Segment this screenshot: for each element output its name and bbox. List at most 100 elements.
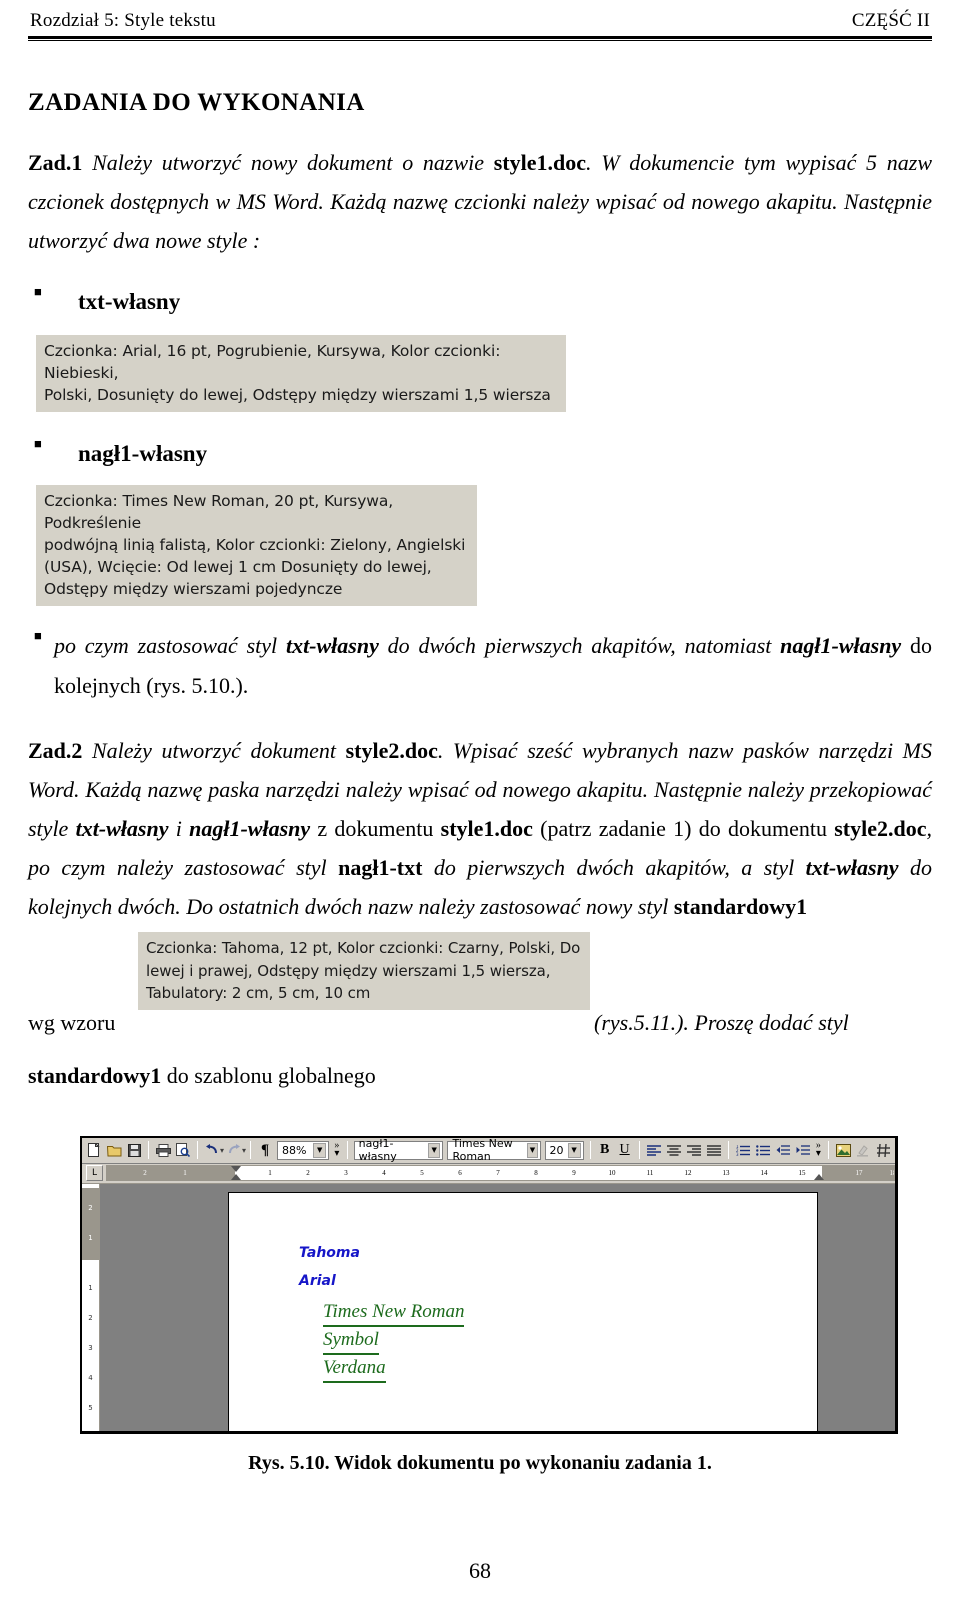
- ruler-tick-left-2: 2: [143, 1169, 147, 1178]
- task-2-text-3: i: [168, 815, 190, 841]
- toolbar-separator: [638, 1141, 640, 1160]
- undo-dropdown-icon[interactable]: ▾: [220, 1146, 224, 1155]
- align-left-icon[interactable]: [645, 1140, 663, 1161]
- font-combo[interactable]: Times New Roman ▼: [447, 1138, 541, 1163]
- right-indent-marker[interactable]: [814, 1174, 824, 1181]
- print-icon[interactable]: [154, 1140, 172, 1161]
- task-2-style-txt2: txt-własny: [805, 855, 899, 881]
- apply-text-1: po czym zastosować styl: [54, 633, 286, 659]
- vruler-tick-top-1: 1: [88, 1233, 93, 1242]
- doc-line-times: Times New Roman: [323, 1301, 465, 1327]
- zoom-combo[interactable]: 88% ▼: [277, 1140, 330, 1160]
- tab-stop-selector[interactable]: L: [86, 1165, 103, 1182]
- font-size-combo[interactable]: 20 ▼: [544, 1140, 584, 1160]
- ruler-tick-12: 12: [684, 1169, 692, 1178]
- toolbar-separator: [828, 1141, 830, 1160]
- document-canvas: Tahoma Arial Times New Roman Symbol Verd…: [100, 1183, 895, 1431]
- task-2-doc-style1: style1.doc: [440, 815, 533, 841]
- ruler-tick-5: 5: [420, 1169, 424, 1178]
- pattern-tail-paragraph: standardowy1 do szablonu globalnego: [28, 1056, 932, 1095]
- bulleted-list-icon[interactable]: [754, 1140, 772, 1161]
- underline-button[interactable]: U: [616, 1140, 634, 1161]
- ruler-tick-17: 17: [855, 1169, 863, 1178]
- toolbar-overflow-button-2[interactable]: » ▾: [813, 1141, 824, 1159]
- style-1-name: txt-własny: [78, 289, 181, 315]
- undo-icon[interactable]: [203, 1140, 221, 1161]
- task-2-label: Zad.2: [28, 737, 83, 763]
- doc-line-arial: Arial: [299, 1272, 336, 1289]
- toolbar-overflow-button[interactable]: » ▾: [331, 1141, 342, 1159]
- document-page-white[interactable]: Tahoma Arial Times New Roman Symbol Verd…: [228, 1191, 818, 1431]
- figure-caption: Rys. 5.10. Widok dokumentu po wykonaniu …: [248, 1451, 712, 1474]
- running-header: Rozdział 5: Style tekstu CZĘŚĆ II: [28, 0, 932, 34]
- doc-line-verdana: Verdana: [323, 1357, 386, 1383]
- print-preview-icon[interactable]: [174, 1140, 192, 1161]
- ruler-tick-7: 7: [496, 1169, 500, 1178]
- bullet-square-icon: ■: [34, 284, 42, 300]
- decrease-indent-icon[interactable]: [774, 1140, 792, 1161]
- horizontal-ruler[interactable]: 2 1 1 2 3 4 5 6 7 8 9 10 11 12 13 14 15 …: [106, 1165, 895, 1182]
- first-line-indent-marker[interactable]: [231, 1166, 241, 1173]
- pattern-tail-style-name: standardowy1: [28, 1063, 162, 1089]
- task-1-text-a: Należy utworzyć nowy dokument o nazwie: [82, 150, 494, 175]
- align-center-icon[interactable]: [665, 1140, 683, 1161]
- numbered-list-icon[interactable]: 123: [734, 1140, 752, 1161]
- show-formatting-marks-icon[interactable]: ¶: [256, 1140, 274, 1161]
- hanging-indent-marker[interactable]: [231, 1174, 241, 1181]
- bold-button[interactable]: B: [596, 1140, 614, 1161]
- task-2-paragraph: Zad.2 Należy utworzyć dokument style2.do…: [28, 731, 932, 927]
- save-document-icon[interactable]: [125, 1140, 143, 1161]
- toolbar-separator: [727, 1141, 729, 1160]
- task-2-text-5: (patrz zadanie 1) do dokumentu: [532, 815, 835, 841]
- ruler-tick-10: 10: [608, 1169, 616, 1178]
- ruler-left-margin: [107, 1166, 235, 1181]
- ruler-tick-18: 18: [889, 1169, 895, 1178]
- task-1-paragraph: Zad.1 Należy utworzyć nowy dokument o na…: [28, 143, 932, 260]
- word-toolbar[interactable]: ▾ ▾ ¶ 88% ▼ » ▾ nagł1-własny ▼ Times New …: [82, 1137, 895, 1164]
- style-combo[interactable]: nagł1-własny ▼: [353, 1138, 444, 1163]
- svg-text:3: 3: [736, 1152, 739, 1156]
- pattern-after-text: (rys.5.11.). Proszę dodać styl: [594, 1010, 849, 1036]
- redo-icon[interactable]: [225, 1140, 243, 1161]
- ruler-tick-13: 13: [722, 1169, 730, 1178]
- chevron-down-icon[interactable]: ▼: [527, 1142, 538, 1158]
- style-3-description-wrapper: Czcionka: Tahoma, 12 pt, Kolor czcionki:…: [138, 932, 590, 1010]
- ruler-tick-1: 1: [268, 1169, 272, 1178]
- toolbar-separator: [346, 1141, 348, 1160]
- pattern-tail-rest: do szablonu globalnego: [161, 1063, 376, 1089]
- insert-table-icon[interactable]: [874, 1140, 892, 1161]
- open-document-icon[interactable]: [105, 1140, 123, 1161]
- ruler-tick-11: 11: [646, 1169, 654, 1178]
- chevron-down-icon[interactable]: ▼: [427, 1142, 441, 1158]
- ruler-tick-4: 4: [382, 1169, 386, 1178]
- vruler-tick-5: 5: [88, 1403, 93, 1412]
- task-2-style-nagltxt: nagł1-txt: [338, 855, 423, 881]
- task-2-doc-style2: style2.doc: [345, 737, 438, 763]
- vertical-ruler[interactable]: 2 1 1 2 3 4 5: [82, 1183, 100, 1431]
- vruler-tick-4: 4: [88, 1373, 93, 1382]
- header-rule-thin: [28, 40, 932, 41]
- ruler-tick-15: 15: [798, 1169, 806, 1178]
- increase-indent-icon[interactable]: [794, 1140, 812, 1161]
- align-right-icon[interactable]: [685, 1140, 703, 1161]
- chevron-down-icon[interactable]: ▼: [567, 1142, 581, 1158]
- highlight-icon[interactable]: [854, 1140, 872, 1161]
- style-bullet-3: ■ po czym zastosować styl txt-własny do …: [28, 626, 932, 704]
- vruler-tick-3: 3: [88, 1343, 93, 1352]
- header-part-label: CZĘŚĆ II: [851, 10, 930, 31]
- align-justify-icon[interactable]: [705, 1140, 723, 1161]
- ruler-tick-left-1: 1: [183, 1169, 187, 1178]
- apply-styles-text: po czym zastosować styl txt-własny do dw…: [54, 626, 932, 704]
- insert-picture-icon[interactable]: [834, 1140, 852, 1161]
- page-number: 68: [469, 1558, 491, 1583]
- task-2-style-txt: txt-własny: [75, 815, 169, 841]
- task-2-doc-style2b: style2.doc: [834, 815, 927, 841]
- word-workspace: 2 1 1 2 3 4 5 Tahoma Arial Times New Rom…: [82, 1183, 895, 1431]
- redo-dropdown-icon[interactable]: ▾: [242, 1146, 246, 1155]
- style-1-description-box: Czcionka: Arial, 16 pt, Pogrubienie, Kur…: [36, 335, 566, 413]
- ruler-row: L 2 1 1 2 3 4 5 6 7 8 9 10 11 12 13 14 1…: [82, 1163, 895, 1184]
- style-2-description-box: Czcionka: Times New Roman, 20 pt, Kursyw…: [36, 485, 477, 607]
- toolbar-separator: [148, 1141, 149, 1160]
- new-document-icon[interactable]: [85, 1140, 103, 1161]
- chevron-down-icon[interactable]: ▼: [313, 1142, 327, 1158]
